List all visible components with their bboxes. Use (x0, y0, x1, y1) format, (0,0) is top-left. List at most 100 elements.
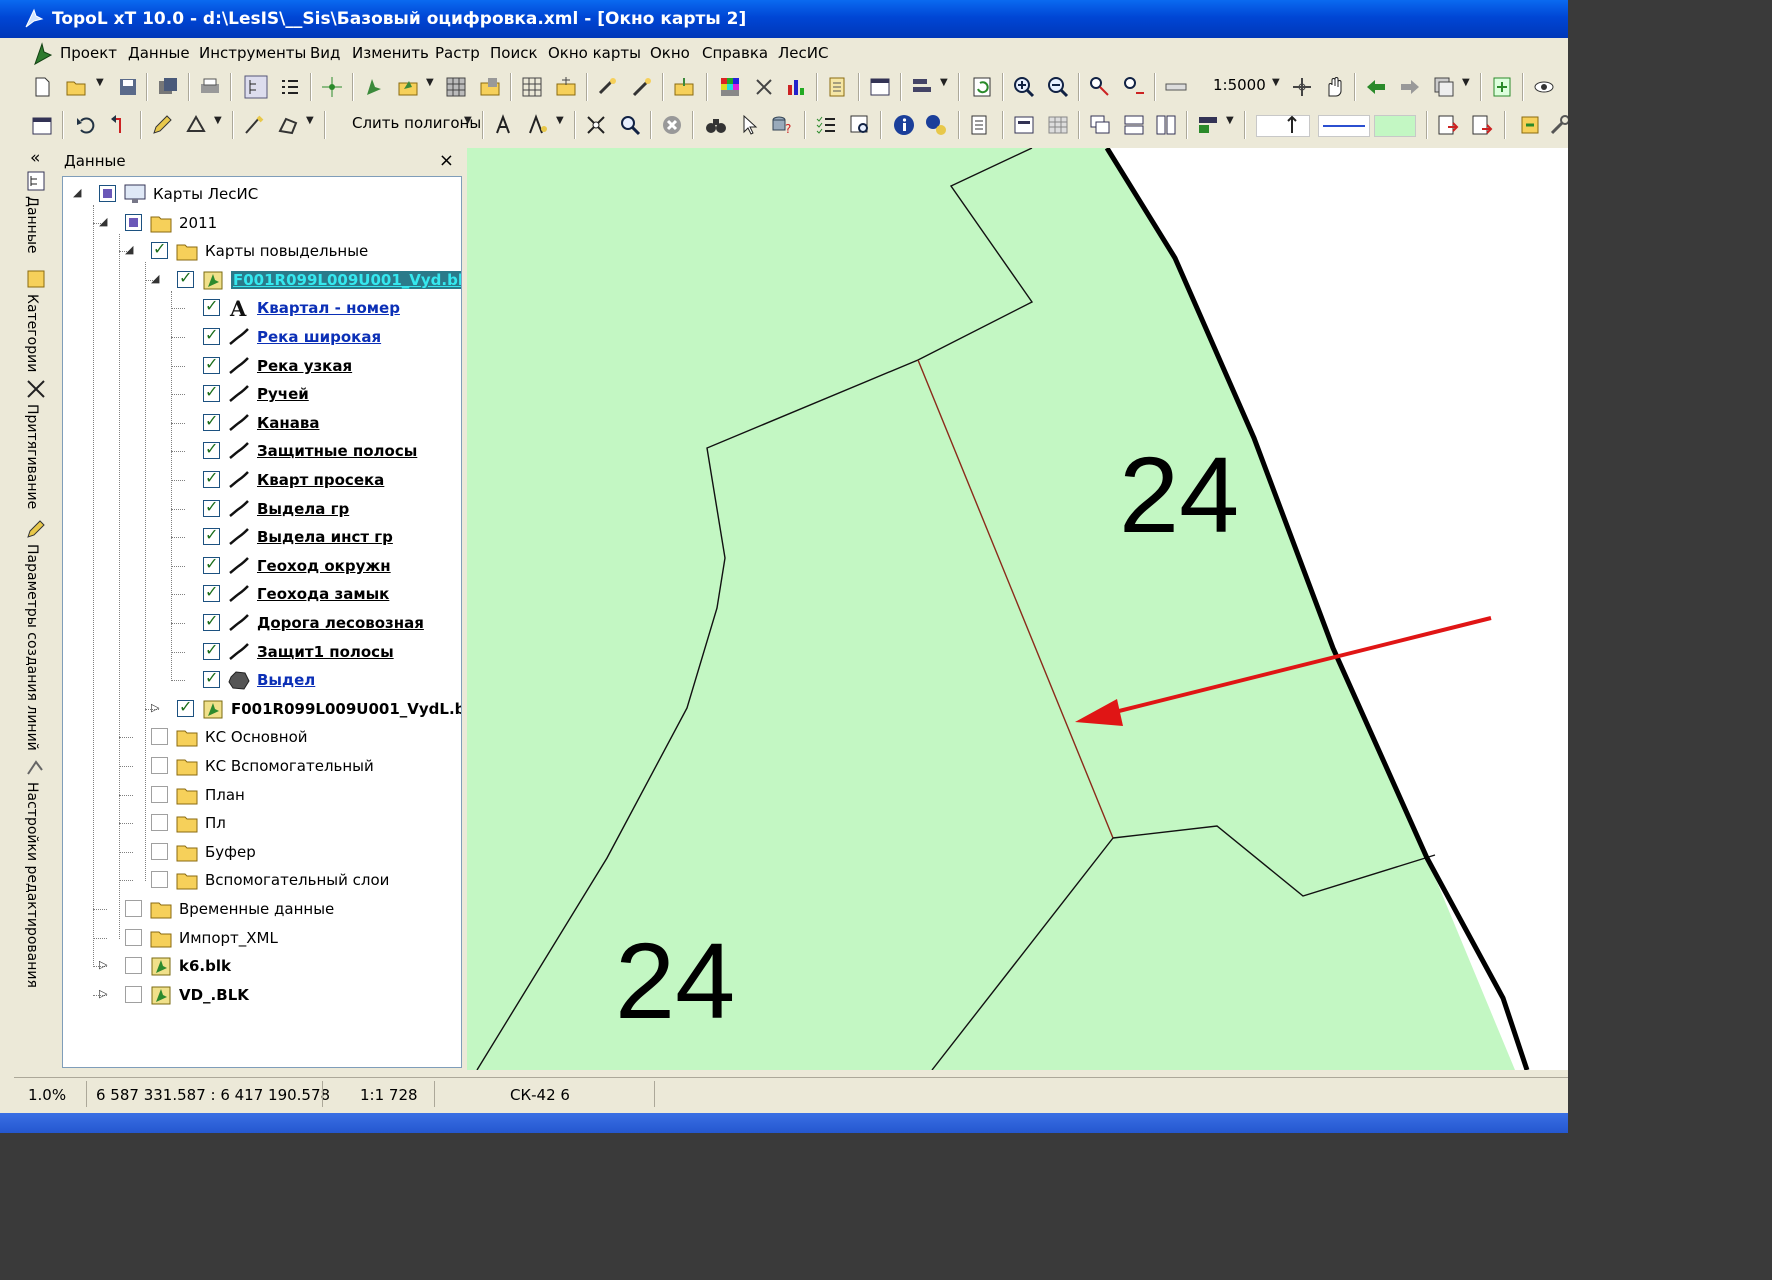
pencil-icon[interactable] (150, 113, 174, 137)
layer-visibility-checkbox[interactable] (125, 985, 142, 1003)
menu-data[interactable]: Данные (128, 44, 190, 62)
node-edit-icon[interactable] (184, 113, 208, 137)
refresh-icon[interactable] (970, 75, 994, 99)
menu-lesis[interactable]: ЛесИС (778, 44, 828, 62)
grid-folder-icon[interactable] (554, 75, 578, 99)
layer-visibility-checkbox[interactable] (151, 814, 168, 832)
layer-visibility-checkbox[interactable] (203, 611, 220, 631)
layer-visibility-checkbox[interactable] (125, 900, 142, 917)
grid-table-icon[interactable] (1046, 113, 1070, 137)
calendar-icon[interactable] (30, 113, 54, 137)
palette-icon[interactable] (718, 75, 742, 99)
checklist-icon[interactable] (814, 113, 838, 137)
scale-dropdown-icon[interactable]: ▼ (1272, 77, 1280, 88)
layer-visibility-checkbox[interactable] (125, 928, 142, 946)
side-tab-snapping[interactable]: Притягивание (16, 378, 56, 518)
layer-visibility-checkbox[interactable] (203, 439, 220, 460)
expand-node-icon[interactable]: ▷ (99, 958, 113, 971)
measure-icon[interactable] (1164, 75, 1188, 99)
menu-project[interactable]: Проект (60, 44, 117, 62)
info-icon[interactable] (892, 113, 916, 137)
tree-view-icon[interactable] (244, 75, 268, 99)
node-dropdown-icon[interactable]: ▼ (214, 115, 222, 126)
tile-horizontal-icon[interactable] (1122, 113, 1146, 137)
layer-visibility-checkbox[interactable] (177, 268, 194, 288)
layer-add-icon[interactable] (362, 75, 386, 99)
layer-visibility-checkbox[interactable] (203, 468, 220, 488)
layer-open-icon[interactable] (396, 75, 420, 99)
text-edit-icon[interactable] (526, 113, 550, 137)
list-view-icon[interactable] (278, 75, 302, 99)
binoculars-icon[interactable] (704, 113, 728, 137)
expand-node-icon[interactable]: ▷ (151, 701, 165, 714)
open-dropdown-icon[interactable]: ▼ (96, 77, 104, 88)
cascade-icon[interactable] (1088, 113, 1112, 137)
raster-icon[interactable] (444, 75, 468, 99)
zoom-layer-in-icon[interactable] (1088, 75, 1112, 99)
layer-visibility-checkbox[interactable] (151, 842, 168, 860)
menu-tools[interactable]: Инструменты (199, 44, 306, 62)
collapse-node-icon[interactable]: ◢ (151, 272, 165, 285)
layer-visibility-checkbox[interactable] (203, 554, 220, 574)
query-icon[interactable]: ? (770, 113, 794, 137)
layer-visibility-checkbox[interactable] (203, 354, 220, 374)
menu-edit[interactable]: Изменить (352, 44, 429, 62)
window-icon[interactable] (868, 75, 892, 99)
merge-dropdown-icon[interactable]: ▼ (464, 115, 472, 126)
folder-up-icon[interactable] (672, 75, 696, 99)
info-user-icon[interactable] (924, 113, 948, 137)
layer-visibility-checkbox[interactable] (125, 957, 142, 975)
align-dropdown-icon[interactable]: ▼ (940, 77, 948, 88)
print-icon[interactable] (198, 75, 222, 99)
layer-visibility-checkbox[interactable] (177, 697, 194, 717)
layer-visibility-checkbox[interactable] (203, 525, 220, 546)
symbols-icon[interactable] (752, 75, 776, 99)
zoom-layer-out-icon[interactable] (1122, 75, 1146, 99)
menu-view[interactable]: Вид (310, 44, 340, 62)
new-icon[interactable] (30, 75, 54, 99)
views-icon[interactable] (1432, 75, 1456, 99)
edit-link-icon[interactable] (630, 75, 654, 99)
align-icon[interactable] (910, 75, 934, 99)
select-arrow-icon[interactable] (738, 113, 762, 137)
side-tab-edit-settings[interactable]: Настройки редактирования (16, 756, 56, 1006)
zoom-in-icon[interactable] (1012, 75, 1036, 99)
up-arrow-icon[interactable] (1280, 113, 1304, 137)
table-search-icon[interactable] (848, 113, 872, 137)
extent-icon[interactable] (1490, 75, 1514, 99)
grid-icon[interactable] (520, 75, 544, 99)
draw-polygon-icon[interactable] (276, 113, 300, 137)
scale-combo[interactable]: 1:5000 (1213, 76, 1266, 94)
export-all-icon[interactable] (1470, 113, 1494, 137)
text-tool-icon[interactable] (492, 113, 516, 137)
layer-visibility-checkbox[interactable] (203, 640, 220, 660)
menu-help[interactable]: Справка (702, 44, 768, 62)
collapse-node-icon[interactable]: ◢ (99, 215, 113, 228)
layer-visibility-checkbox[interactable] (151, 871, 168, 889)
side-tab-data[interactable]: Данные (16, 170, 56, 278)
layer-visibility-checkbox[interactable] (125, 213, 142, 231)
save-icon[interactable] (116, 75, 140, 99)
side-tab-line-params[interactable]: Параметры создания линий (16, 518, 56, 758)
layout-icon[interactable] (1196, 113, 1220, 137)
expand-node-icon[interactable]: ▷ (99, 987, 113, 1000)
layer-visibility-checkbox[interactable] (99, 185, 116, 202)
save-all-icon[interactable] (156, 75, 180, 99)
line-style-swatch[interactable] (1318, 115, 1370, 137)
raster-open-icon[interactable] (478, 75, 502, 99)
fill-color-swatch[interactable] (1374, 115, 1416, 137)
layer-visibility-checkbox[interactable] (151, 239, 168, 260)
menu-search[interactable]: Поиск (490, 44, 538, 62)
layer-visibility-checkbox[interactable] (203, 497, 220, 517)
point-snap-icon[interactable] (320, 75, 344, 99)
collapse-node-icon[interactable]: ◢ (73, 186, 87, 199)
merge-polygons-combo[interactable]: Слить полигоны (352, 114, 481, 132)
draw-line-icon[interactable] (242, 113, 266, 137)
center-icon[interactable] (1290, 75, 1314, 99)
layer-visibility-checkbox[interactable] (151, 728, 168, 746)
layer-visibility-checkbox[interactable] (203, 382, 220, 403)
pan-hand-icon[interactable] (1322, 75, 1346, 99)
cancel-icon[interactable] (660, 113, 684, 137)
tools-icon[interactable] (1548, 113, 1568, 137)
link-icon[interactable] (596, 75, 620, 99)
